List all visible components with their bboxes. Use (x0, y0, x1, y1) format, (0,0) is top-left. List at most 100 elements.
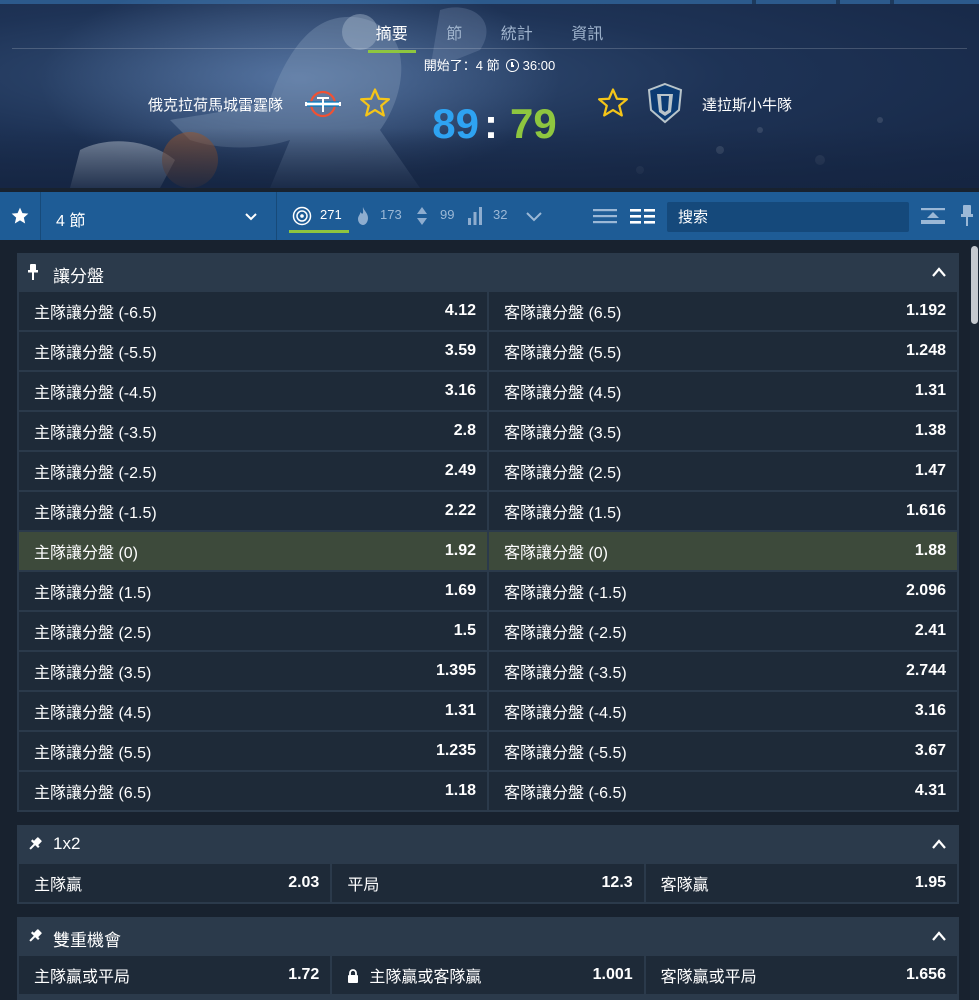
outcome-label: 主隊讓分盤 (-4.5) (34, 385, 157, 402)
odds-cell[interactable]: 客隊讓分盤 (-6.5) 4.31 (489, 772, 957, 810)
target-icon[interactable] (292, 206, 312, 226)
outcome-label: 主隊贏或客隊贏 (369, 969, 482, 986)
odds-cell[interactable]: 主隊讓分盤 (2.5) 1.5 (19, 612, 487, 650)
odds-cell[interactable]: 客隊讓分盤 (-2.5) 2.41 (489, 612, 957, 650)
favorites-button[interactable] (0, 192, 40, 240)
odds-cell[interactable]: 主隊讓分盤 (5.5) 1.235 (19, 732, 487, 770)
favorite-away-star-icon[interactable] (596, 86, 630, 120)
odds-cell[interactable]: 客隊讓分盤 (3.5) 1.38 (489, 412, 957, 450)
odds-value: 1.31 (914, 382, 946, 399)
odds-cell[interactable]: 客隊讓分盤 (2.5) 1.47 (489, 452, 957, 490)
odds-list: 主隊讓分盤 (-6.5) 4.12 客隊讓分盤 (6.5) 1.192 主隊讓分盤 (-… (17, 291, 959, 811)
odds-value: 3.67 (914, 742, 946, 759)
odds-cell[interactable]: 客隊讓分盤 (-3.5) 2.744 (489, 652, 957, 690)
score-separator: : (484, 100, 498, 147)
pin-icon[interactable] (28, 837, 42, 851)
thunder-logo-icon (305, 90, 341, 118)
list-view-icon[interactable] (592, 206, 618, 226)
odds-cell[interactable]: 客隊讓分盤 (-4.5) 3.16 (489, 692, 957, 730)
odds-cell[interactable]: 主隊贏或客隊贏 1.001 (332, 956, 644, 994)
filter-stats-count[interactable]: 32 (493, 207, 507, 222)
home-team-name: 俄克拉荷馬城雷霆隊 (147, 97, 283, 114)
scrollbar-thumb[interactable] (971, 246, 978, 324)
odds-cell[interactable]: 客隊讓分盤 (1.5) 1.616 (489, 492, 957, 530)
odds-cell[interactable]: 客隊讓分盤 (6.5) 1.192 (489, 292, 957, 330)
period-status: 開始了：4 節 (423, 58, 500, 73)
outcome-label: 客隊讓分盤 (-6.5) (504, 785, 627, 802)
away-team-name: 達拉斯小牛隊 (702, 97, 793, 114)
pin-icon[interactable] (28, 929, 42, 943)
odds-row: 主隊讓分盤 (-1.5) 2.22 客隊讓分盤 (1.5) 1.616 (17, 491, 959, 531)
bars-icon[interactable] (467, 206, 483, 226)
odds-value: 2.49 (444, 462, 476, 479)
odds-value: 1.95 (914, 874, 946, 891)
mavericks-logo-icon (647, 82, 683, 124)
updown-icon[interactable] (416, 206, 428, 226)
odds-row: 主隊讓分盤 (-4.5) 3.16 客隊讓分盤 (4.5) 1.31 (17, 371, 959, 411)
lock-icon (348, 969, 359, 983)
tab-stats[interactable]: 統計 (493, 20, 541, 50)
odds-cell[interactable]: 客隊贏 1.95 (645, 864, 957, 902)
odds-cell[interactable]: 主隊讓分盤 (-4.5) 3.16 (19, 372, 487, 410)
outcome-label: 客隊讓分盤 (-5.5) (504, 745, 627, 762)
odds-row: 主隊讓分盤 (1.5) 1.69 客隊讓分盤 (-1.5) 2.096 (17, 571, 959, 611)
odds-value: 1.192 (905, 302, 946, 319)
tab-info[interactable]: 資訊 (563, 20, 611, 50)
odds-row: 主隊贏或平局 1.72 主隊贏或客隊贏 1.001 客隊贏或平局 1.656 (17, 955, 959, 995)
odds-cell[interactable]: 主隊讓分盤 (1.5) 1.69 (19, 572, 487, 610)
odds-cell[interactable]: 主隊讓分盤 (4.5) 1.31 (19, 692, 487, 730)
odds-row: 主隊讓分盤 (4.5) 1.31 客隊讓分盤 (-4.5) 3.16 (17, 691, 959, 731)
match-time: 36:00 (522, 58, 556, 73)
filter-all-count[interactable]: 271 (320, 207, 342, 222)
chevron-up-icon[interactable] (931, 266, 947, 278)
odds-cell[interactable]: 主隊讓分盤 (0) 1.92 (19, 532, 487, 570)
chevron-down-icon[interactable] (243, 208, 259, 224)
search-input[interactable] (667, 202, 909, 232)
outcome-label: 平局 (347, 877, 380, 894)
outcome-label: 客隊讓分盤 (-2.5) (504, 625, 627, 642)
odds-cell[interactable]: 平局 12.3 (332, 864, 644, 902)
column-view-icon[interactable] (629, 206, 657, 226)
chevron-down-icon[interactable] (525, 208, 543, 224)
outcome-label: 主隊讓分盤 (1.5) (34, 585, 152, 602)
collapse-all-icon[interactable] (920, 206, 946, 226)
odds-cell[interactable]: 主隊讓分盤 (-6.5) 4.12 (19, 292, 487, 330)
period-select[interactable]: 4 節 (56, 207, 85, 231)
odds-cell[interactable]: 主隊贏 2.03 (19, 864, 331, 902)
odds-cell[interactable]: 客隊贏或平局 1.656 (645, 956, 957, 994)
odds-cell[interactable]: 主隊讓分盤 (-1.5) 2.22 (19, 492, 487, 530)
odds-cell[interactable]: 主隊讓分盤 (6.5) 1.18 (19, 772, 487, 810)
odds-value: 1.001 (592, 966, 633, 983)
pin-icon[interactable] (28, 264, 38, 280)
market-header[interactable]: 雙重機會 (17, 917, 959, 955)
tab-periods[interactable]: 節 (438, 20, 470, 50)
filter-popular-count[interactable]: 173 (380, 207, 402, 222)
odds-cell[interactable]: 客隊讓分盤 (-5.5) 3.67 (489, 732, 957, 770)
filter-movement-count[interactable]: 99 (440, 207, 454, 222)
outcome-label: 主隊讓分盤 (0) (34, 545, 139, 562)
odds-value: 1.235 (435, 742, 476, 759)
favorite-home-star-icon[interactable] (358, 86, 392, 120)
odds-cell[interactable]: 客隊讓分盤 (5.5) 1.248 (489, 332, 957, 370)
vertical-scrollbar[interactable] (970, 240, 979, 1000)
market-header[interactable]: 1x2 (17, 825, 959, 863)
odds-cell[interactable]: 主隊讓分盤 (-5.5) 3.59 (19, 332, 487, 370)
odds-cell[interactable]: 客隊讓分盤 (4.5) 1.31 (489, 372, 957, 410)
chevron-up-icon[interactable] (931, 838, 947, 850)
odds-value: 1.616 (905, 502, 946, 519)
market-handicap: 讓分盤 主隊讓分盤 (-6.5) 4.12 客隊讓分盤 (6.5) 1.192 主隊讓分… (17, 253, 959, 812)
fire-icon[interactable] (355, 206, 371, 226)
odds-cell[interactable]: 主隊讓分盤 (3.5) 1.395 (19, 652, 487, 690)
odds-cell[interactable]: 主隊讓分盤 (-2.5) 2.49 (19, 452, 487, 490)
chevron-up-icon[interactable] (931, 930, 947, 942)
tabs-divider (12, 48, 967, 49)
odds-cell[interactable]: 客隊讓分盤 (0) 1.88 (489, 532, 957, 570)
odds-cell[interactable]: 客隊讓分盤 (-1.5) 2.096 (489, 572, 957, 610)
outcome-label: 主隊讓分盤 (2.5) (34, 625, 152, 642)
odds-cell[interactable]: 主隊讓分盤 (-3.5) 2.8 (19, 412, 487, 450)
odds-row: 主隊讓分盤 (-6.5) 4.12 客隊讓分盤 (6.5) 1.192 (17, 291, 959, 331)
odds-cell[interactable]: 主隊贏或平局 1.72 (19, 956, 331, 994)
odds-row: 主隊讓分盤 (5.5) 1.235 客隊讓分盤 (-5.5) 3.67 (17, 731, 959, 771)
pin-icon[interactable] (960, 204, 974, 228)
market-header[interactable]: 讓分盤 (17, 253, 959, 291)
